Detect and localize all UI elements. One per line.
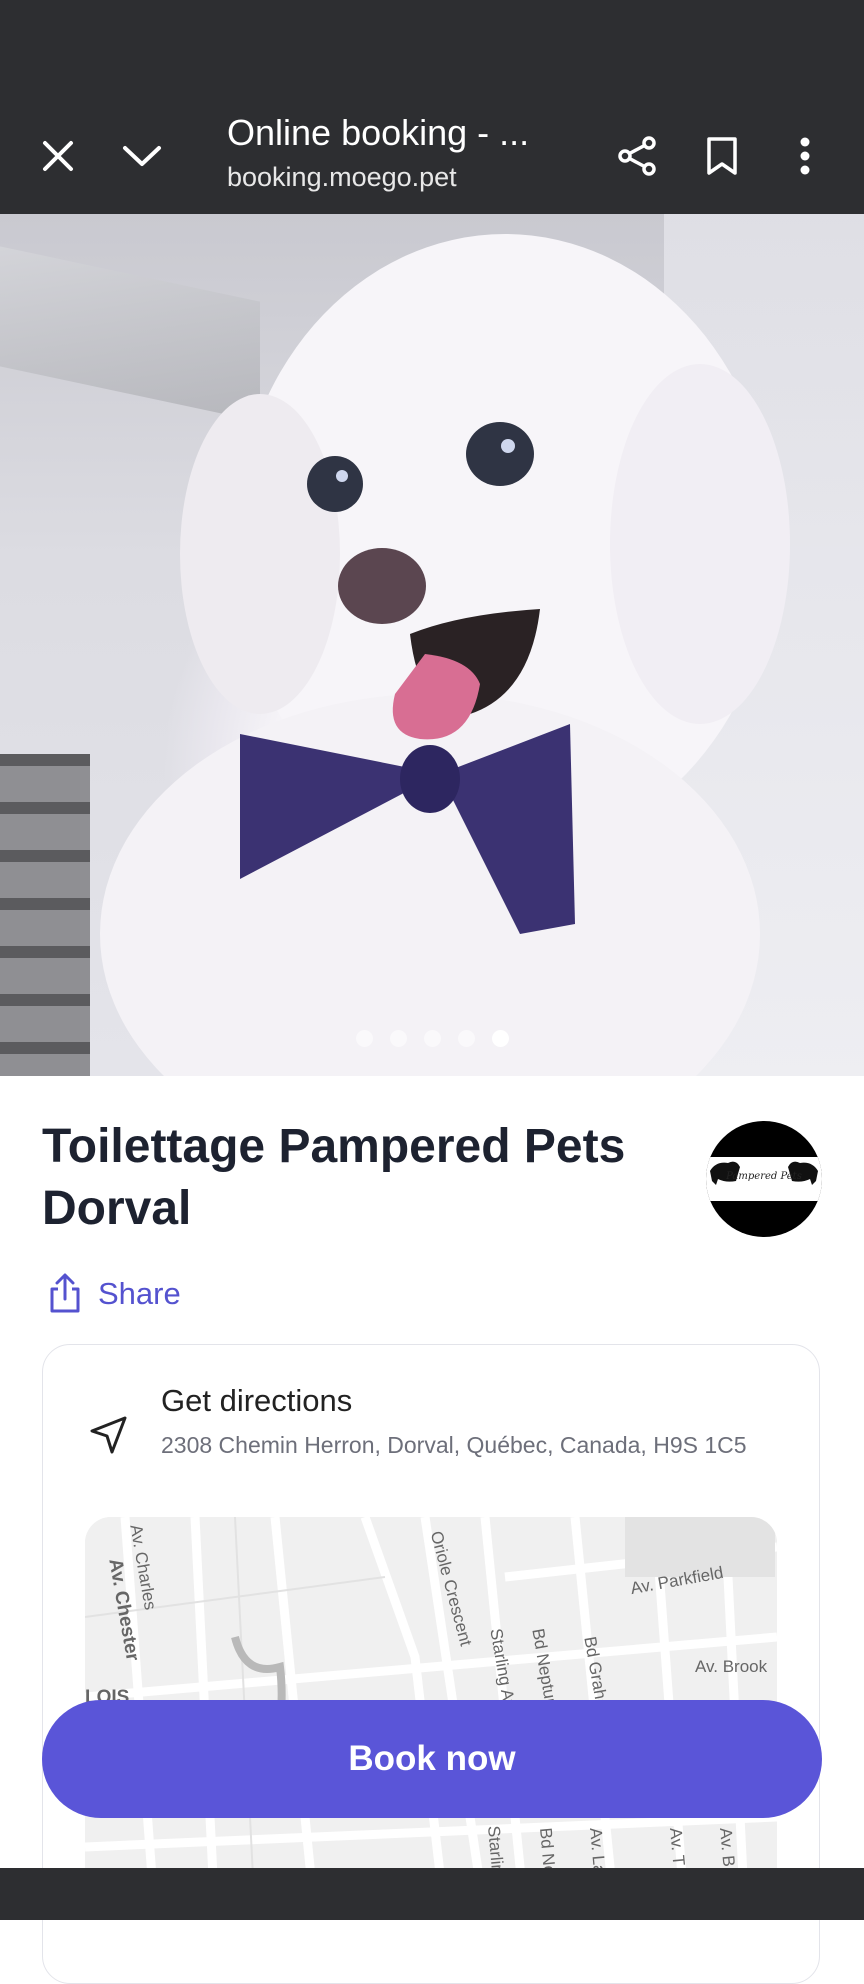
share-link[interactable]: Share: [46, 1270, 181, 1318]
dog-photo: [100, 234, 790, 1076]
upload-share-icon: [50, 1273, 80, 1313]
carousel-indicator: [0, 1030, 864, 1047]
page-title[interactable]: Online booking - ...: [227, 112, 529, 154]
business-address: 2308 Chemin Herron, Dorval, Québec, Cana…: [161, 1432, 747, 1458]
map-street-label: Av. Brook: [695, 1657, 768, 1676]
chevron-down-icon[interactable]: [110, 124, 174, 188]
business-name: Toilettage Pampered Pets Dorval: [42, 1120, 626, 1235]
carousel-dot[interactable]: [355, 1030, 373, 1047]
share-label: Share: [98, 1276, 181, 1311]
navigation-arrow-icon: [89, 1415, 129, 1460]
system-navigation-bar: [0, 1868, 864, 1920]
close-icon[interactable]: [26, 124, 90, 188]
hero-carousel[interactable]: [0, 214, 864, 1076]
carousel-dot[interactable]: [423, 1030, 441, 1047]
carousel-dot[interactable]: [457, 1030, 475, 1047]
carousel-dot-active[interactable]: [491, 1030, 509, 1047]
carousel-dot[interactable]: [389, 1030, 407, 1047]
logo-text: Pampered Pets: [726, 1171, 802, 1182]
browser-toolbar: Online booking - ... booking.moego.pet: [0, 100, 864, 214]
bookmark-icon[interactable]: [690, 124, 754, 188]
status-bar: [0, 0, 864, 100]
business-logo: Pampered Pets: [706, 1121, 822, 1237]
map-street-label: Av. T: [666, 1827, 689, 1867]
book-now-button[interactable]: Book now: [42, 1700, 822, 1818]
map-street-label: Av. B: [716, 1827, 739, 1868]
more-options-icon[interactable]: [773, 124, 837, 188]
share-icon[interactable]: [605, 124, 669, 188]
page-url[interactable]: booking.moego.pet: [227, 162, 457, 193]
get-directions-link[interactable]: Get directions: [161, 1383, 352, 1419]
